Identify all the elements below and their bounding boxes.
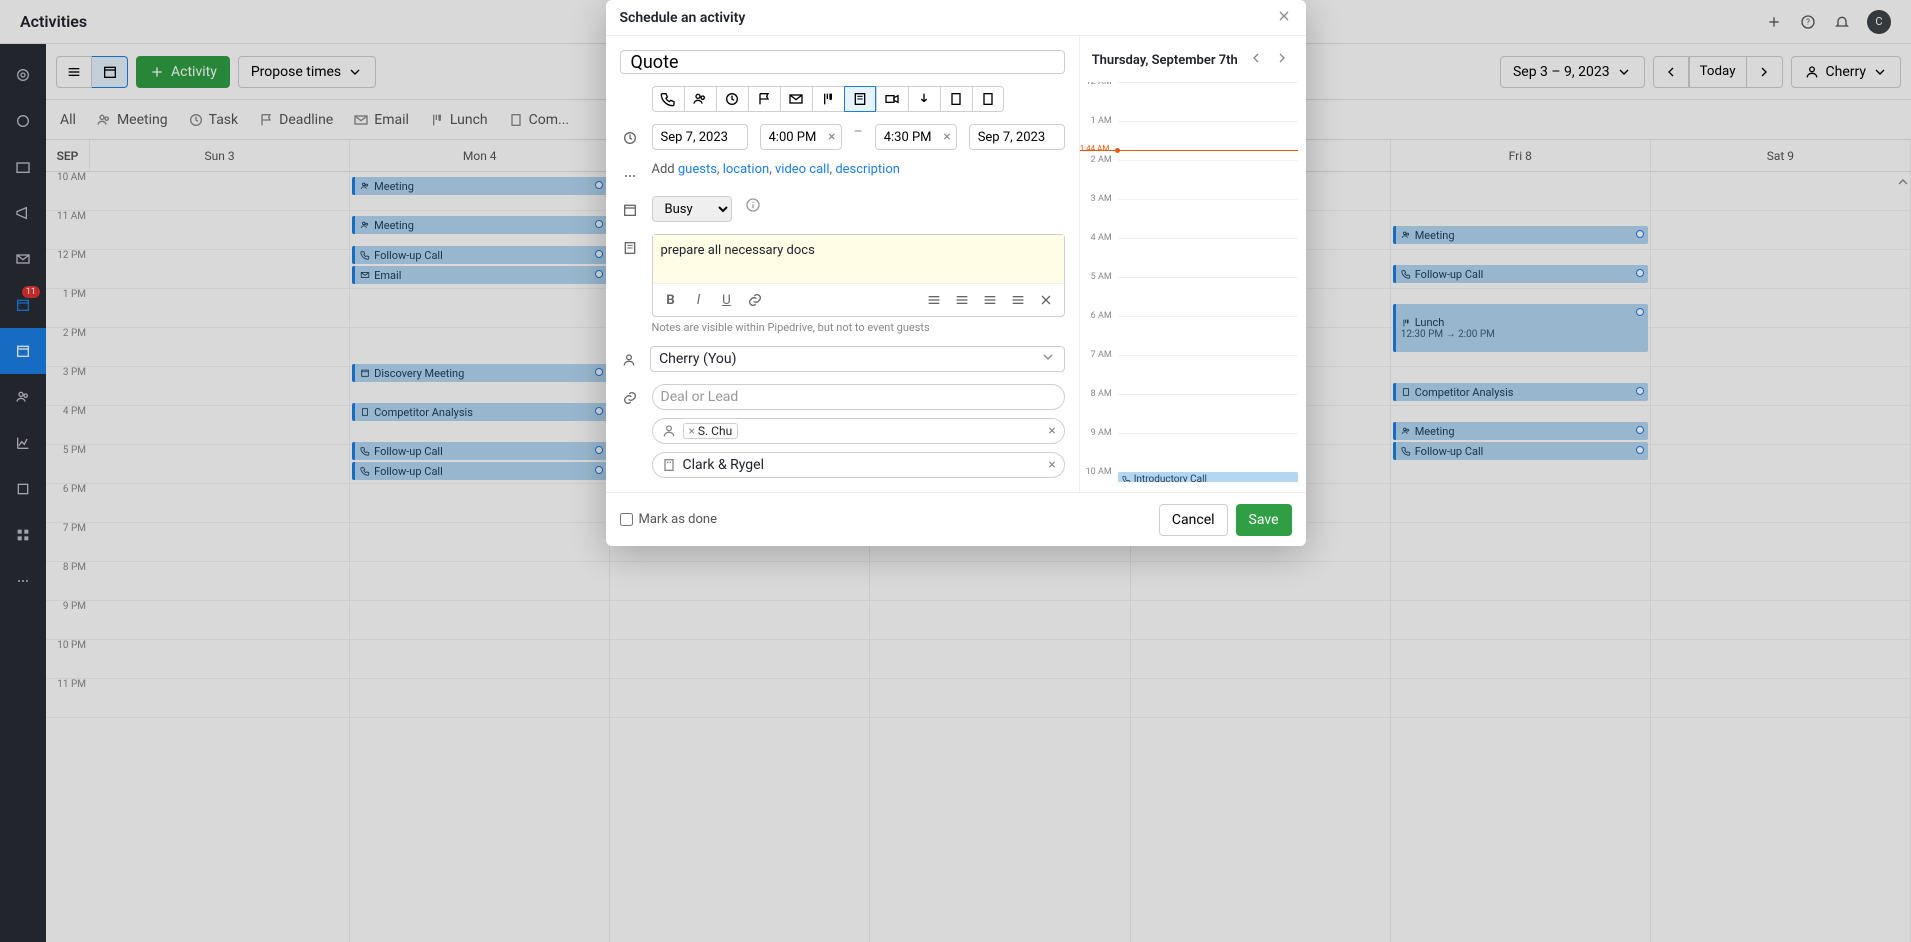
- activity-subject-input[interactable]: [620, 50, 1065, 74]
- underline-button[interactable]: U: [715, 288, 739, 312]
- mini-cal-title: Thursday, September 7th: [1092, 53, 1238, 68]
- type-download[interactable]: [908, 86, 940, 112]
- mark-done-label: Mark as done: [639, 512, 717, 527]
- mark-done-checkbox[interactable]: Mark as done: [620, 512, 717, 527]
- indent-button[interactable]: [1006, 288, 1030, 312]
- italic-button[interactable]: I: [687, 288, 711, 312]
- add-guests-link[interactable]: guests: [678, 162, 717, 177]
- owner-icon: [620, 352, 639, 368]
- info-icon[interactable]: [744, 196, 762, 214]
- note-icon: [620, 240, 640, 256]
- outdent-button[interactable]: [978, 288, 1002, 312]
- deal-input[interactable]: Deal or Lead: [652, 384, 1065, 410]
- bullet-list-button[interactable]: [922, 288, 946, 312]
- add-description-link[interactable]: description: [835, 162, 900, 177]
- type-quote[interactable]: [844, 86, 876, 112]
- org-value: Clark & Rygel: [683, 457, 764, 473]
- bold-button[interactable]: B: [659, 288, 683, 312]
- save-button[interactable]: Save: [1236, 504, 1292, 536]
- remove-person[interactable]: ×: [689, 424, 695, 438]
- link-deal-icon: [620, 390, 640, 406]
- clock-icon: [620, 130, 640, 146]
- clear-person[interactable]: ×: [1048, 423, 1055, 439]
- notes-textarea[interactable]: prepare all necessary docs: [653, 235, 1064, 283]
- type-call[interactable]: [652, 86, 684, 112]
- type-task[interactable]: [716, 86, 748, 112]
- cancel-button[interactable]: Cancel: [1159, 504, 1228, 536]
- clear-start-time[interactable]: ×: [828, 129, 835, 145]
- time-dash: –: [854, 124, 863, 140]
- numbered-list-button[interactable]: [950, 288, 974, 312]
- mini-prev-day[interactable]: [1244, 46, 1268, 74]
- notes-hint: Notes are visible within Pipedrive, but …: [652, 321, 1065, 334]
- start-date-input[interactable]: [652, 124, 748, 150]
- clear-org[interactable]: ×: [1048, 457, 1055, 473]
- type-email[interactable]: [780, 86, 812, 112]
- close-icon[interactable]: [1276, 8, 1292, 28]
- person-input[interactable]: ×S. Chu ×: [652, 418, 1065, 444]
- availability-select[interactable]: Busy: [652, 196, 732, 222]
- deal-placeholder: Deal or Lead: [661, 389, 739, 405]
- mark-done-input[interactable]: [620, 513, 633, 526]
- owner-value: Cherry (You): [659, 351, 736, 367]
- mini-next-day[interactable]: [1270, 46, 1294, 74]
- add-fields-row: Add guests, location, video call, descri…: [652, 162, 900, 177]
- schedule-activity-modal: Schedule an activity: [606, 0, 1306, 546]
- modal-title: Schedule an activity: [620, 10, 746, 26]
- clear-end-time[interactable]: ×: [943, 129, 950, 145]
- org-input[interactable]: Clark & Rygel ×: [652, 452, 1065, 478]
- link-button[interactable]: [743, 288, 767, 312]
- type-doc2[interactable]: [972, 86, 1004, 112]
- owner-select[interactable]: Cherry (You): [650, 346, 1065, 372]
- end-date-input[interactable]: [969, 124, 1065, 150]
- clear-format-button[interactable]: [1034, 288, 1058, 312]
- mini-cal-grid[interactable]: 12 AM1 AM2 AM3 AM4 AM5 AM6 AM7 AM8 AM9 A…: [1080, 82, 1306, 482]
- notes-editor: prepare all necessary docs B I U: [652, 234, 1065, 317]
- type-deadline[interactable]: [748, 86, 780, 112]
- type-meeting[interactable]: [684, 86, 716, 112]
- busy-icon: [620, 202, 640, 218]
- add-location-link[interactable]: location: [723, 162, 769, 177]
- type-video[interactable]: [876, 86, 908, 112]
- type-lunch[interactable]: [812, 86, 844, 112]
- type-doc1[interactable]: [940, 86, 972, 112]
- mini-calendar: Thursday, September 7th 12 AM1 AM2 AM3 A…: [1080, 36, 1306, 492]
- add-video-link[interactable]: video call: [775, 162, 830, 177]
- activity-type-picker: [652, 86, 1004, 112]
- mini-event[interactable]: Introductory Call: [1118, 472, 1298, 482]
- owner-dropdown-icon: [1040, 349, 1056, 369]
- person-chip: ×S. Chu: [683, 423, 739, 439]
- more-icon: [620, 168, 640, 184]
